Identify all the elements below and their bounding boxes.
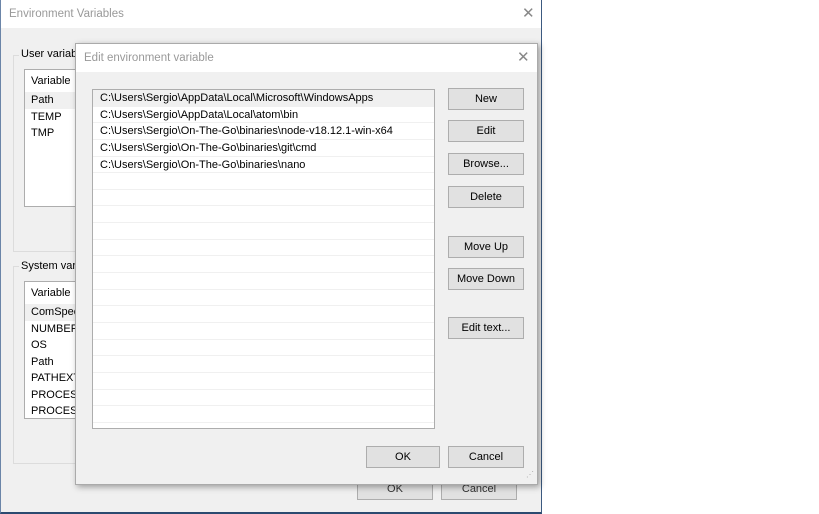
list-item[interactable]: C:\Users\Sergio\On-The-Go\binaries\nano <box>93 157 434 174</box>
empty-row[interactable] <box>93 406 434 423</box>
title-bar: Environment Variables ✕ <box>1 0 541 28</box>
move-up-button[interactable]: Move Up <box>448 236 524 258</box>
empty-row[interactable] <box>93 206 434 224</box>
dialog-title-bar: Edit environment variable ✕ <box>76 44 537 72</box>
empty-row[interactable] <box>93 256 434 274</box>
ok-button[interactable]: OK <box>366 446 440 468</box>
list-item[interactable]: C:\Users\Sergio\On-The-Go\binaries\node-… <box>93 123 434 140</box>
empty-row[interactable] <box>93 356 434 373</box>
empty-row[interactable] <box>93 290 434 307</box>
resize-grip-icon[interactable]: ⋰ <box>526 470 534 479</box>
empty-row[interactable] <box>93 173 434 190</box>
empty-row[interactable] <box>93 390 434 407</box>
new-button[interactable]: New <box>448 88 524 110</box>
edit-environment-variable-dialog: Edit environment variable ✕ C:\Users\Ser… <box>75 43 538 485</box>
empty-row[interactable] <box>93 223 434 240</box>
cancel-button[interactable]: Cancel <box>448 446 524 468</box>
empty-row[interactable] <box>93 323 434 340</box>
dialog-title: Edit environment variable <box>84 52 214 64</box>
empty-row[interactable] <box>93 306 434 323</box>
edit-button[interactable]: Edit <box>448 120 524 142</box>
empty-row[interactable] <box>93 373 434 390</box>
list-item[interactable]: C:\Users\Sergio\AppData\Local\atom\bin <box>93 107 434 124</box>
delete-button[interactable]: Delete <box>448 186 524 208</box>
list-item[interactable]: C:\Users\Sergio\On-The-Go\binaries\git\c… <box>93 140 434 157</box>
empty-row[interactable] <box>93 190 434 207</box>
empty-row[interactable] <box>93 273 434 290</box>
move-down-button[interactable]: Move Down <box>448 268 524 290</box>
list-item[interactable]: C:\Users\Sergio\AppData\Local\Microsoft\… <box>93 90 434 107</box>
edit-text-button[interactable]: Edit text... <box>448 317 524 339</box>
empty-row[interactable] <box>93 240 434 257</box>
browse-button[interactable]: Browse... <box>448 153 524 175</box>
path-entries-list[interactable]: C:\Users\Sergio\AppData\Local\Microsoft\… <box>92 89 435 429</box>
close-icon[interactable]: ✕ <box>517 48 530 66</box>
window-title: Environment Variables <box>9 8 124 20</box>
close-icon[interactable]: ✕ <box>522 4 535 22</box>
empty-row[interactable] <box>93 340 434 357</box>
